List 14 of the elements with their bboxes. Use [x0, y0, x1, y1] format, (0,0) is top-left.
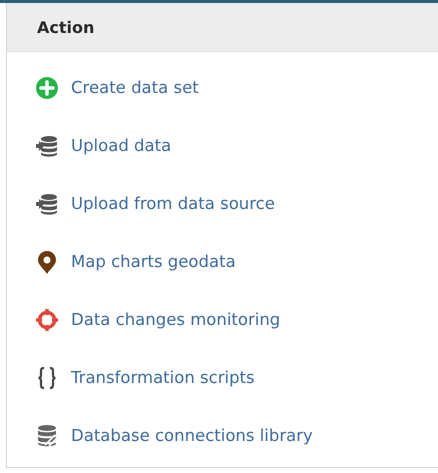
- action-link[interactable]: Map charts geodata: [71, 252, 236, 271]
- action-link[interactable]: Upload data: [71, 136, 172, 155]
- action-link[interactable]: Transformation scripts: [71, 368, 255, 387]
- plus-icon: [35, 76, 59, 100]
- panel-title: Action: [37, 18, 94, 36]
- action-link[interactable]: Database connections library: [71, 426, 313, 445]
- database-link-icon: [35, 424, 59, 448]
- crosshair-icon: [35, 308, 59, 332]
- database-upload-icon: [35, 192, 59, 216]
- action-link[interactable]: Data changes monitoring: [71, 310, 280, 329]
- action-link[interactable]: Create data set: [71, 78, 199, 97]
- location-pin-icon: [35, 250, 59, 274]
- database-upload-icon: [35, 134, 59, 158]
- action-link[interactable]: Upload from data source: [71, 194, 275, 213]
